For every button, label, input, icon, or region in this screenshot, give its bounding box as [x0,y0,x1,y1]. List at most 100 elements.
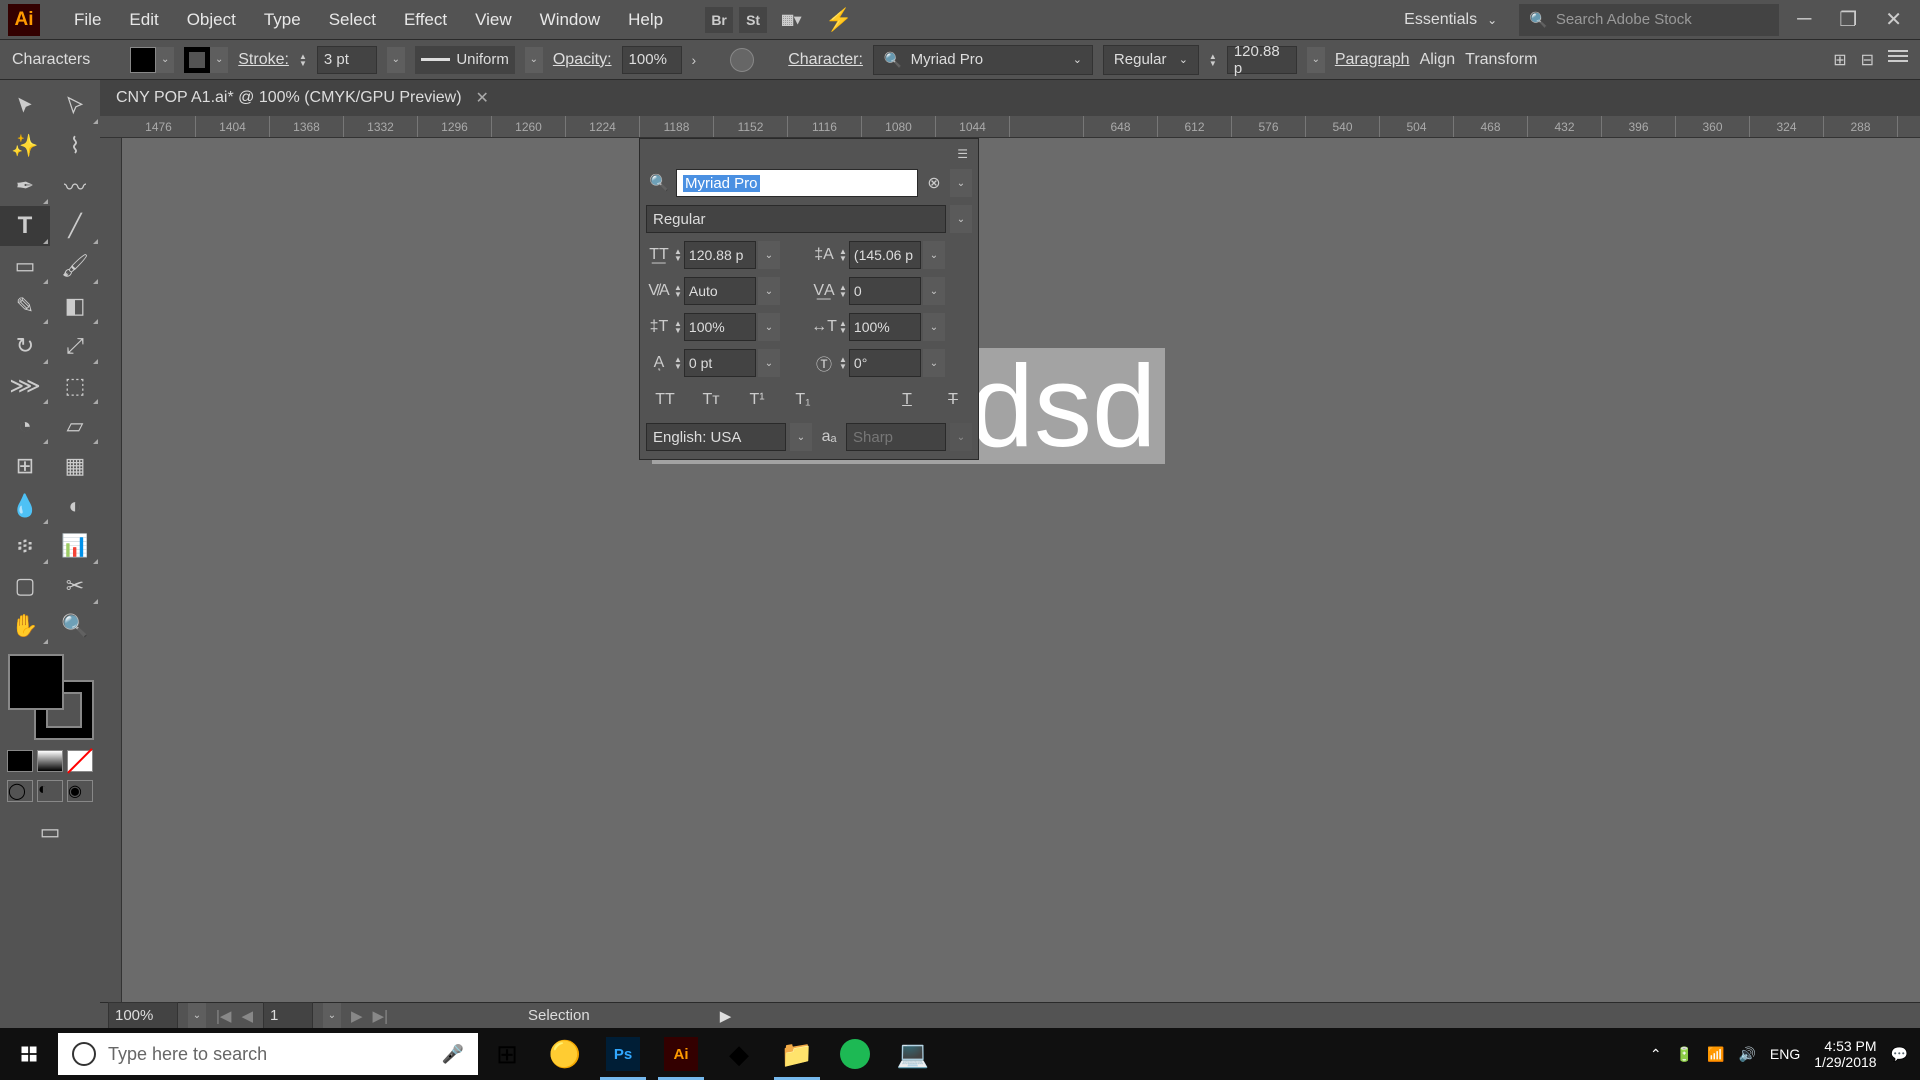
menu-help[interactable]: Help [614,4,677,36]
fill-swatch[interactable] [130,47,156,73]
blend-tool[interactable]: ◐ [50,486,100,526]
window-close[interactable]: ✕ [1875,7,1912,32]
menu-effect[interactable]: Effect [390,4,461,36]
font-size-dropdown[interactable]: ⌄ [1307,47,1325,73]
font-style-select[interactable]: Regular⌄ [1103,45,1199,75]
tracking-field[interactable]: 0 [849,277,921,305]
next-artboard[interactable]: ▶ [351,1007,363,1025]
zoom-tool[interactable]: 🔍 [50,606,100,646]
subscript-button[interactable]: T₁ [788,387,818,413]
paragraph-link[interactable]: Paragraph [1335,51,1410,69]
language-select[interactable]: English: USA [646,423,786,451]
spotify-app[interactable] [826,1028,884,1080]
font-size-spin[interactable]: ▲▼ [674,248,682,262]
eraser-tool[interactable]: ◧ [50,286,100,326]
gpu-icon[interactable]: ⚡ [825,7,852,33]
selection-tool[interactable] [0,86,50,126]
control-menu[interactable] [1888,50,1908,70]
align-link[interactable]: Align [1420,51,1456,69]
status-play[interactable]: ▶ [720,1007,732,1025]
panel-menu-icon[interactable]: ☰ [957,147,968,161]
artboard-number[interactable]: 1 [263,1002,313,1030]
zoom-level[interactable]: 100% [108,1002,178,1030]
stroke-swatch[interactable] [184,47,210,73]
stroke-dropdown[interactable]: ⌄ [210,47,228,73]
paintbrush-tool[interactable]: 🖌 [50,246,100,286]
symbol-sprayer-tool[interactable]: ፨ [0,526,50,566]
column-graph-tool[interactable]: 📊 [50,526,100,566]
draw-behind[interactable]: ◐ [37,780,63,802]
font-family-field[interactable]: Myriad Pro [676,169,918,197]
document-tab[interactable]: CNY POP A1.ai* @ 100% (CMYK/GPU Preview)… [100,80,1920,116]
opacity-input[interactable]: 100% [622,46,682,74]
menu-file[interactable]: File [60,4,115,36]
prev-artboard[interactable]: ◀ [241,1007,253,1025]
font-family-select[interactable]: 🔍Myriad Pro⌄ [873,45,1093,75]
transform-link[interactable]: Transform [1465,51,1537,69]
font-family-dd[interactable]: ⌄ [950,169,972,197]
vscale-field[interactable]: 100% [684,313,756,341]
mic-icon[interactable]: 🎤 [442,1044,464,1065]
slice-tool[interactable]: ✂ [50,566,100,606]
font-style-field[interactable]: Regular [646,205,946,233]
eyedropper-tool[interactable]: 💧 [0,486,50,526]
stroke-weight-dropdown[interactable]: ⌄ [387,47,405,73]
wifi-icon[interactable]: 📶 [1707,1046,1724,1063]
language-indicator[interactable]: ENG [1770,1046,1800,1062]
hand-tool[interactable]: ✋ [0,606,50,646]
battery-icon[interactable]: 🔋 [1676,1046,1693,1063]
search-adobe-stock[interactable]: 🔍 Search Adobe Stock [1519,4,1779,36]
underline-button[interactable]: T [892,387,922,413]
perspective-tool[interactable]: ▱ [50,406,100,446]
menu-select[interactable]: Select [315,4,390,36]
screen-mode[interactable]: ▭ [25,812,75,852]
bridge-button[interactable]: Br [705,7,733,33]
zoom-dropdown[interactable]: ⌄ [188,1003,206,1029]
clock[interactable]: 4:53 PM 1/29/2018 [1814,1038,1876,1070]
menu-window[interactable]: Window [526,4,614,36]
shape-builder-tool[interactable]: ◔ [0,406,50,446]
type-tool[interactable]: T [0,206,50,246]
font-size-input[interactable]: 120.88 p [1227,46,1297,74]
opacity-label[interactable]: Opacity: [553,51,612,69]
fill-dropdown[interactable]: ⌄ [156,47,174,73]
stroke-profile[interactable]: Uniform [415,46,515,74]
mesh-tool[interactable]: ⊞ [0,446,50,486]
curvature-tool[interactable]: 〰 [50,166,100,206]
font-style-dd[interactable]: ⌄ [950,205,972,233]
action-center[interactable]: 💬 [1891,1046,1908,1063]
pen-tool[interactable]: ✒ [0,166,50,206]
last-artboard[interactable]: ▶| [373,1007,388,1025]
illustrator-app[interactable]: Ai [652,1028,710,1080]
app-1[interactable]: ◆ [710,1028,768,1080]
window-restore[interactable]: ❐ [1829,7,1867,32]
hscale-field[interactable]: 100% [849,313,921,341]
none-mode[interactable] [67,750,93,772]
window-minimize[interactable]: ─ [1787,8,1821,31]
small-caps-button[interactable]: Tᴛ [696,387,726,413]
rotate-tool[interactable]: ↻ [0,326,50,366]
leading-field[interactable]: (145.06 p [849,241,921,269]
color-mode[interactable] [7,750,33,772]
free-transform-tool[interactable]: ⬚ [50,366,100,406]
align-to-button[interactable]: ⊟ [1861,50,1874,70]
close-tab[interactable]: ✕ [476,88,489,108]
rectangle-tool[interactable]: ▭ [0,246,50,286]
first-artboard[interactable]: |◀ [216,1007,231,1025]
leading-spin[interactable]: ▲▼ [839,248,847,262]
antialiasing-select[interactable]: Sharp [846,423,946,451]
width-tool[interactable]: ⋙ [0,366,50,406]
shaper-tool[interactable]: ✎ [0,286,50,326]
gradient-tool[interactable]: ▦ [50,446,100,486]
opacity-more[interactable]: › [692,52,697,68]
tray-chevron[interactable]: ⌃ [1650,1046,1662,1063]
artboard-tool[interactable]: ▢ [0,566,50,606]
fill-stroke-indicator[interactable] [8,654,92,738]
task-view[interactable]: ⊞ [478,1028,536,1080]
start-button[interactable] [0,1028,58,1080]
lasso-tool[interactable]: ⌇ [50,126,100,166]
taskbar-search[interactable]: Type here to search 🎤 [58,1033,478,1075]
draw-inside[interactable]: ◉ [67,780,93,802]
workspace-switcher[interactable]: Essentials⌄ [1390,5,1511,35]
isolate-button[interactable]: ⊞ [1833,50,1846,70]
